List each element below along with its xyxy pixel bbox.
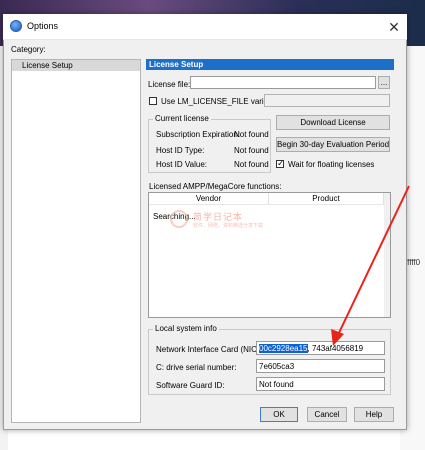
host-id-value-label: Host ID Value:: [156, 160, 207, 169]
begin-evaluation-button[interactable]: Begin 30-day Evaluation Period: [276, 137, 390, 152]
category-item-license-setup[interactable]: License Setup: [12, 60, 140, 71]
column-header-vendor[interactable]: Vendor: [149, 193, 269, 204]
header-divider: [149, 204, 384, 205]
wait-floating-checkbox[interactable]: [276, 158, 285, 168]
watermark-logo-icon: [170, 210, 188, 228]
nic-id-rest-text: , 743af4056819: [307, 344, 364, 353]
license-file-input[interactable]: [190, 76, 376, 89]
host-id-type-label: Host ID Type:: [156, 146, 205, 155]
nic-id-selected-text: 00c2928ea15: [259, 344, 308, 353]
use-lm-checkbox[interactable]: [149, 97, 157, 105]
lm-variable-field: [264, 94, 390, 107]
app-icon: [10, 20, 22, 32]
help-button[interactable]: Help: [354, 407, 394, 422]
window-title: Options: [27, 21, 59, 31]
download-license-button[interactable]: Download License: [276, 115, 390, 130]
software-guard-label: Software Guard ID:: [156, 381, 225, 390]
title-bar[interactable]: [3, 14, 407, 40]
software-guard-field[interactable]: Not found: [256, 377, 385, 391]
column-header-product[interactable]: Product: [269, 193, 384, 204]
category-label: Category:: [11, 45, 46, 54]
subscription-expiration-label: Subscription Expiration:: [156, 130, 241, 139]
host-id-value-value: Not found: [234, 160, 269, 169]
category-list[interactable]: [11, 59, 141, 423]
license-file-label: License file:: [148, 80, 191, 89]
browse-button[interactable]: ...: [378, 76, 390, 89]
ok-button[interactable]: OK: [260, 407, 298, 422]
close-icon[interactable]: ✕: [383, 15, 405, 39]
current-license-legend: Current license: [153, 114, 211, 123]
watermark-subtitle: 软件、网络、资料精选分享下载: [193, 223, 264, 229]
panel-header: License Setup: [146, 59, 394, 70]
table-scrollbar[interactable]: [384, 193, 390, 317]
drive-serial-field[interactable]: 7e605ca3: [256, 359, 385, 373]
cancel-button[interactable]: Cancel: [307, 407, 347, 422]
licensed-functions-label: Licensed AMPP/MegaCore functions:: [149, 182, 282, 191]
drive-serial-label: C: drive serial number:: [156, 363, 237, 372]
host-id-type-value: Not found: [234, 146, 269, 155]
local-system-info-legend: Local system info: [153, 324, 219, 333]
subscription-expiration-value: Not found: [234, 130, 269, 139]
wait-floating-label: Wait for floating licenses: [288, 160, 375, 169]
nic-id-label: Network Interface Card (NIC) ID:: [156, 345, 273, 354]
nic-id-field[interactable]: 00c2928ea15, 743af4056819: [256, 341, 385, 355]
